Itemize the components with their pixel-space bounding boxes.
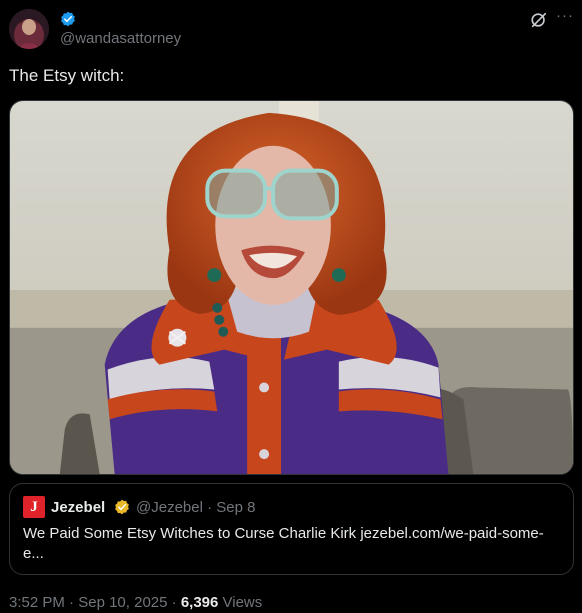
gold-verified-badge-icon bbox=[115, 499, 129, 515]
more-icon[interactable]: ··· bbox=[556, 8, 574, 23]
quote-handle[interactable]: @Jezebel bbox=[136, 499, 203, 516]
views-count: 6,396 bbox=[180, 594, 219, 611]
tweet-date[interactable]: Sep 10, 2025 bbox=[78, 594, 167, 611]
tweet-media-image[interactable] bbox=[9, 100, 574, 475]
quote-text: We Paid Some Etsy Witches to Curse Charl… bbox=[23, 524, 563, 564]
footer-dot: · bbox=[167, 594, 181, 611]
avatar[interactable] bbox=[9, 9, 49, 49]
quote-meta: @Jezebel · Sep 8 bbox=[136, 499, 255, 516]
jezebel-logo: J bbox=[23, 496, 45, 518]
quote-date[interactable]: Sep 8 bbox=[216, 499, 255, 516]
quote-text-line-2: e... bbox=[23, 545, 44, 562]
tweet-footer: 3:52 PM · Sep 10, 2025 · 6,396 Views bbox=[9, 594, 262, 611]
quoted-tweet-card[interactable]: J Jezebel @Jezebel · Sep 8 We Paid Some … bbox=[9, 483, 574, 575]
grok-icon[interactable] bbox=[530, 11, 548, 29]
verified-badge-icon bbox=[61, 11, 75, 27]
footer-dot: · bbox=[64, 594, 79, 611]
author-handle[interactable]: @wandasattorney bbox=[60, 30, 181, 47]
tweet-time[interactable]: 3:52 PM bbox=[9, 594, 65, 611]
quote-text-line-1: We Paid Some Etsy Witches to Curse Charl… bbox=[23, 525, 544, 542]
quote-author-name[interactable]: Jezebel bbox=[51, 499, 105, 516]
quote-separator: · bbox=[207, 499, 213, 516]
tweet: @wandasattorney ··· The Etsy witch: J Je… bbox=[0, 0, 582, 613]
views-label: Views bbox=[218, 594, 263, 611]
tweet-text: The Etsy witch: bbox=[9, 66, 125, 85]
